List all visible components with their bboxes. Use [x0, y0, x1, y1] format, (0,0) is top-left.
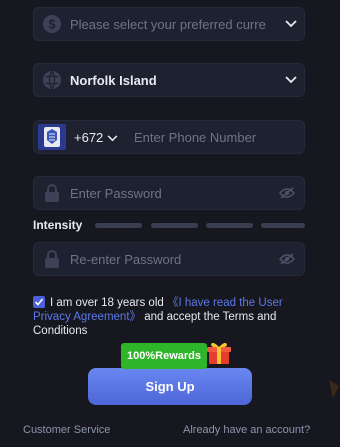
password-input[interactable]: Enter Password — [70, 186, 270, 201]
globe-icon — [34, 70, 70, 90]
agreement-prefix: I am over 18 years old — [50, 297, 164, 309]
flag-icon — [34, 124, 70, 150]
signup-label: Sign Up — [145, 379, 195, 394]
signup-button[interactable]: Sign Up — [88, 368, 252, 405]
svg-text:$: $ — [48, 17, 56, 32]
intensity-segment — [261, 223, 305, 228]
intensity-segment — [151, 223, 198, 228]
currency-placeholder: Please select your preferred curre — [70, 16, 266, 32]
agreement-checkbox[interactable] — [33, 296, 45, 308]
dollar-icon: $ — [34, 14, 70, 34]
customer-service-link[interactable]: Customer Service — [23, 424, 110, 436]
eye-off-icon[interactable] — [270, 187, 304, 199]
check-icon — [34, 298, 44, 306]
intensity-label: Intensity — [33, 218, 83, 232]
already-account-link[interactable]: Already have an account? — [183, 424, 310, 436]
intensity-segment — [95, 223, 142, 228]
eye-off-icon[interactable] — [270, 253, 304, 265]
phone-input[interactable]: Enter Phone Number — [134, 130, 304, 145]
background-decoration — [327, 378, 340, 400]
rewards-label: 100%Rewards — [127, 350, 201, 362]
country-code: +672 — [74, 129, 104, 145]
country-value: Norfolk Island — [70, 72, 157, 88]
country-code-select[interactable]: +672 — [70, 130, 134, 145]
agreement-text: I am over 18 years old 《I have read the … — [33, 296, 305, 338]
phone-field[interactable]: +672 Enter Phone Number — [33, 120, 305, 154]
currency-select[interactable]: $ Please select your preferred curre — [33, 7, 305, 41]
chevron-down-icon[interactable] — [278, 76, 304, 84]
lock-icon — [34, 183, 70, 203]
rewards-badge: 100%Rewards — [121, 343, 207, 369]
lock-icon — [34, 249, 70, 269]
country-select[interactable]: Norfolk Island — [33, 63, 305, 97]
intensity-segment — [206, 223, 253, 228]
repassword-input[interactable]: Re-enter Password — [70, 252, 270, 267]
password-field[interactable]: Enter Password — [33, 176, 305, 210]
gift-icon — [206, 340, 232, 371]
repassword-field[interactable]: Re-enter Password — [33, 242, 305, 276]
chevron-down-icon[interactable] — [278, 20, 304, 28]
chevron-down-icon — [107, 130, 118, 145]
